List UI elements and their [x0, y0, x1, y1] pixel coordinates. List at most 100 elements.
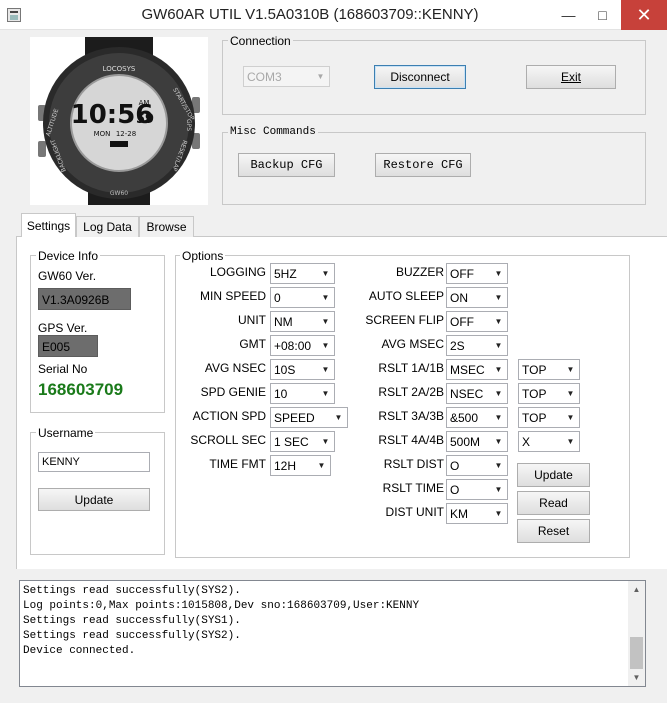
exit-label: Exit	[560, 70, 581, 84]
exit-button[interactable]: Exit	[526, 65, 616, 89]
rslt-1b-select[interactable]: TOP ▼	[518, 359, 580, 380]
log-output[interactable]: Settings read successfully(SYS2). Log po…	[19, 580, 646, 687]
tab-browse[interactable]: Browse	[139, 216, 194, 237]
rslt-dist-select[interactable]: O ▼	[446, 455, 508, 476]
log-line: Log points:0,Max points:1015808,Dev sno:…	[23, 600, 420, 612]
time-fmt-select[interactable]: 12H ▼	[270, 455, 331, 476]
watch-side-label-text: GPS	[185, 119, 192, 131]
rslt-3b-select[interactable]: TOP ▼	[518, 407, 580, 428]
serial-no-label: Serial No	[38, 362, 88, 376]
close-icon[interactable]: ✕	[621, 0, 667, 30]
disconnect-button[interactable]: Disconnect	[374, 65, 466, 89]
tab-settings[interactable]: Settings	[21, 213, 76, 237]
min-speed-value: 0	[274, 291, 281, 305]
maximize-icon[interactable]: □	[586, 0, 619, 30]
unit-value: NM	[274, 315, 293, 329]
scroll-sec-select[interactable]: 1 SEC ▼	[270, 431, 335, 452]
chevron-down-icon: ▼	[321, 269, 330, 278]
rslt-3-label: RSLT 3A/3B	[378, 409, 444, 423]
chevron-down-icon: ▼	[494, 461, 503, 470]
watch-date-text: 12-28	[116, 130, 136, 138]
tab-log-data[interactable]: Log Data	[76, 216, 139, 237]
rslt-1a-value: MSEC	[450, 363, 485, 377]
rslt-4b-select[interactable]: X ▼	[518, 431, 580, 452]
spd-genie-select[interactable]: 10 ▼	[270, 383, 335, 404]
log-scrollbar[interactable]: ▲ ▼	[628, 581, 645, 686]
unit-select[interactable]: NM ▼	[270, 311, 335, 332]
chevron-down-icon: ▼	[566, 413, 575, 422]
auto-sleep-select[interactable]: ON ▼	[446, 287, 508, 308]
min-speed-label: MIN SPEED	[199, 289, 266, 303]
action-spd-select[interactable]: SPEED ▼	[270, 407, 348, 428]
chevron-down-icon: ▼	[494, 341, 503, 350]
rslt-time-select[interactable]: O ▼	[446, 479, 508, 500]
username-update-button[interactable]: Update	[38, 488, 150, 511]
logging-label: LOGGING	[209, 265, 266, 279]
connection-legend: Connection	[228, 34, 293, 48]
chevron-down-icon: ▼	[494, 413, 503, 422]
avg-nsec-select[interactable]: 10S ▼	[270, 359, 335, 380]
chevron-down-icon: ▼	[494, 389, 503, 398]
rslt-2b-select[interactable]: TOP ▼	[518, 383, 580, 404]
watch-month-text: MON	[94, 130, 111, 138]
time-fmt-value: 12H	[274, 459, 297, 473]
scroll-thumb[interactable]	[630, 637, 643, 669]
minimize-icon[interactable]: —	[552, 0, 585, 30]
watch-strap-logo: GW60	[110, 190, 128, 197]
action-spd-value: SPEED	[274, 411, 315, 425]
min-speed-select[interactable]: 0 ▼	[270, 287, 335, 308]
logging-select[interactable]: 5HZ ▼	[270, 263, 335, 284]
rslt-1-label: RSLT 1A/1B	[378, 361, 444, 375]
auto-sleep-label: AUTO SLEEP	[368, 289, 444, 303]
scroll-sec-value: 1 SEC	[274, 435, 309, 449]
chevron-down-icon: ▼	[317, 461, 326, 470]
options-update-button[interactable]: Update	[517, 463, 590, 487]
chevron-down-icon: ▼	[334, 413, 343, 422]
rslt-2a-select[interactable]: NSEC ▼	[446, 383, 508, 404]
username-input[interactable]: KENNY	[38, 452, 150, 472]
rslt-4a-select[interactable]: 500M ▼	[446, 431, 508, 452]
scroll-up-icon[interactable]: ▲	[628, 581, 645, 598]
rslt-3a-value: &500	[450, 411, 479, 425]
chevron-down-icon: ▼	[494, 269, 503, 278]
com-port-select[interactable]: COM3 ▼	[243, 66, 330, 87]
chevron-down-icon: ▼	[566, 365, 575, 374]
options-reset-button[interactable]: Reset	[517, 519, 590, 543]
device-info-legend: Device Info	[36, 249, 101, 263]
rslt-2b-value: TOP	[522, 387, 547, 401]
gmt-select[interactable]: +08:00 ▼	[270, 335, 335, 356]
rslt-time-value: O	[450, 483, 460, 497]
username-legend: Username	[36, 426, 96, 440]
chevron-down-icon: ▼	[321, 341, 330, 350]
rslt-2a-value: NSEC	[450, 387, 484, 401]
avg-msec-select[interactable]: 2S ▼	[446, 335, 508, 356]
screen-flip-select[interactable]: OFF ▼	[446, 311, 508, 332]
chevron-down-icon: ▼	[321, 365, 330, 374]
backup-cfg-button[interactable]: Backup CFG	[238, 153, 335, 177]
restore-cfg-button[interactable]: Restore CFG	[375, 153, 471, 177]
avg-nsec-label: AVG NSEC	[204, 361, 266, 375]
scroll-down-icon[interactable]: ▼	[628, 669, 645, 686]
app-icon[interactable]	[7, 8, 21, 22]
gmt-value: +08:00	[274, 339, 312, 353]
log-line: Settings read successfully(SYS2).	[23, 585, 241, 597]
spd-genie-value: 10	[274, 387, 288, 401]
buzzer-select[interactable]: OFF ▼	[446, 263, 508, 284]
chevron-down-icon: ▼	[494, 365, 503, 374]
options-read-button[interactable]: Read	[517, 491, 590, 515]
rslt-1b-value: TOP	[522, 363, 547, 377]
dist-unit-select[interactable]: KM ▼	[446, 503, 508, 524]
chevron-down-icon: ▼	[494, 293, 503, 302]
rslt-3a-select[interactable]: &500 ▼	[446, 407, 508, 428]
watch-seconds-text: 59	[136, 112, 154, 127]
chevron-down-icon: ▼	[316, 72, 325, 81]
rslt-1a-select[interactable]: MSEC ▼	[446, 359, 508, 380]
rslt-4-label: RSLT 4A/4B	[378, 433, 444, 447]
log-line: Settings read successfully(SYS1).	[23, 615, 241, 627]
dist-unit-label: DIST UNIT	[385, 505, 444, 519]
screen-flip-label: SCREEN FLIP	[365, 313, 444, 327]
screen-flip-value: OFF	[450, 315, 474, 329]
rslt-2-label: RSLT 2A/2B	[378, 385, 444, 399]
scroll-sec-label: SCROLL SEC	[190, 433, 266, 447]
chevron-down-icon: ▼	[566, 437, 575, 446]
